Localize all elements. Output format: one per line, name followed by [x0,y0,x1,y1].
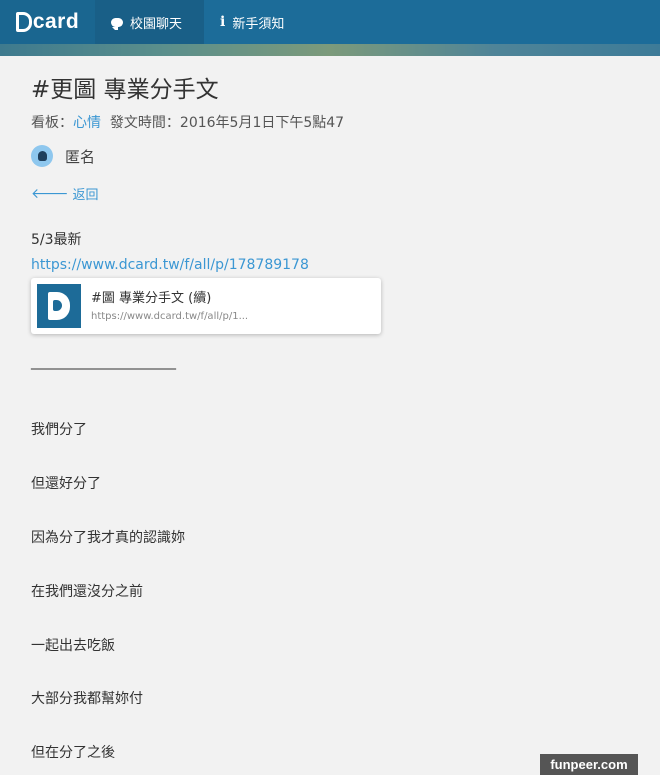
back-label: 返回 [72,188,99,203]
dcard-logo[interactable]: card [0,0,95,44]
preview-url: https://www.dcard.tw/f/all/p/1... [91,311,249,322]
anonymous-avatar-icon [31,145,53,167]
watermark: funpeer.com [540,754,638,775]
top-navbar: card 校園聊天 i 新手須知 [0,0,660,44]
body-line-3: 因為分了我才真的認識妳 [31,530,185,546]
author-row: 匿名 [31,145,95,167]
chat-bubble-icon [111,17,123,30]
post-time: 發文時間：2016年5月1日下午5點47 [109,115,345,131]
body-line-7: 但在分了之後 [31,745,115,761]
body-line-6: 大部分我都幫妳付 [31,691,143,707]
divider-line: ________________________ [31,354,176,370]
logo-text: card [32,10,80,33]
nav-campus-chat-label: 校園聊天 [130,16,183,32]
nav-beginner-guide-label: 新手須知 [232,16,285,32]
nav-beginner-guide[interactable]: i 新手須知 [204,0,314,44]
arrow-left-icon: 🡐 [31,186,69,202]
post-title: #更圖 專業分手文 [31,77,219,103]
back-link[interactable]: 🡐 返回 [31,184,99,203]
post-link[interactable]: https://www.dcard.tw/f/all/p/178789178 [31,257,309,273]
body-line-5: 一起出去吃飯 [31,638,115,654]
author-name: 匿名 [65,147,96,166]
dcard-logo-mark [15,12,32,32]
banner-image-strip [0,44,660,56]
body-line-2: 但還好分了 [31,476,101,492]
board-link[interactable]: 心情 [73,115,101,131]
preview-title: #圖 專業分手文 (續) [91,291,212,306]
link-preview-card[interactable]: #圖 專業分手文 (續) https://www.dcard.tw/f/all/… [31,278,381,334]
dcard-thumbnail-icon [37,284,81,328]
body-line-4: 在我們還沒分之前 [31,584,143,600]
post-meta: 看板：心情 發文時間：2016年5月1日下午5點47 [31,112,344,132]
body-line-1: 我們分了 [31,422,87,438]
info-icon: i [220,14,226,30]
nav-campus-chat[interactable]: 校園聊天 [95,0,204,44]
board-prefix: 看板： [31,115,73,131]
update-note: 5/3最新 [31,232,82,248]
